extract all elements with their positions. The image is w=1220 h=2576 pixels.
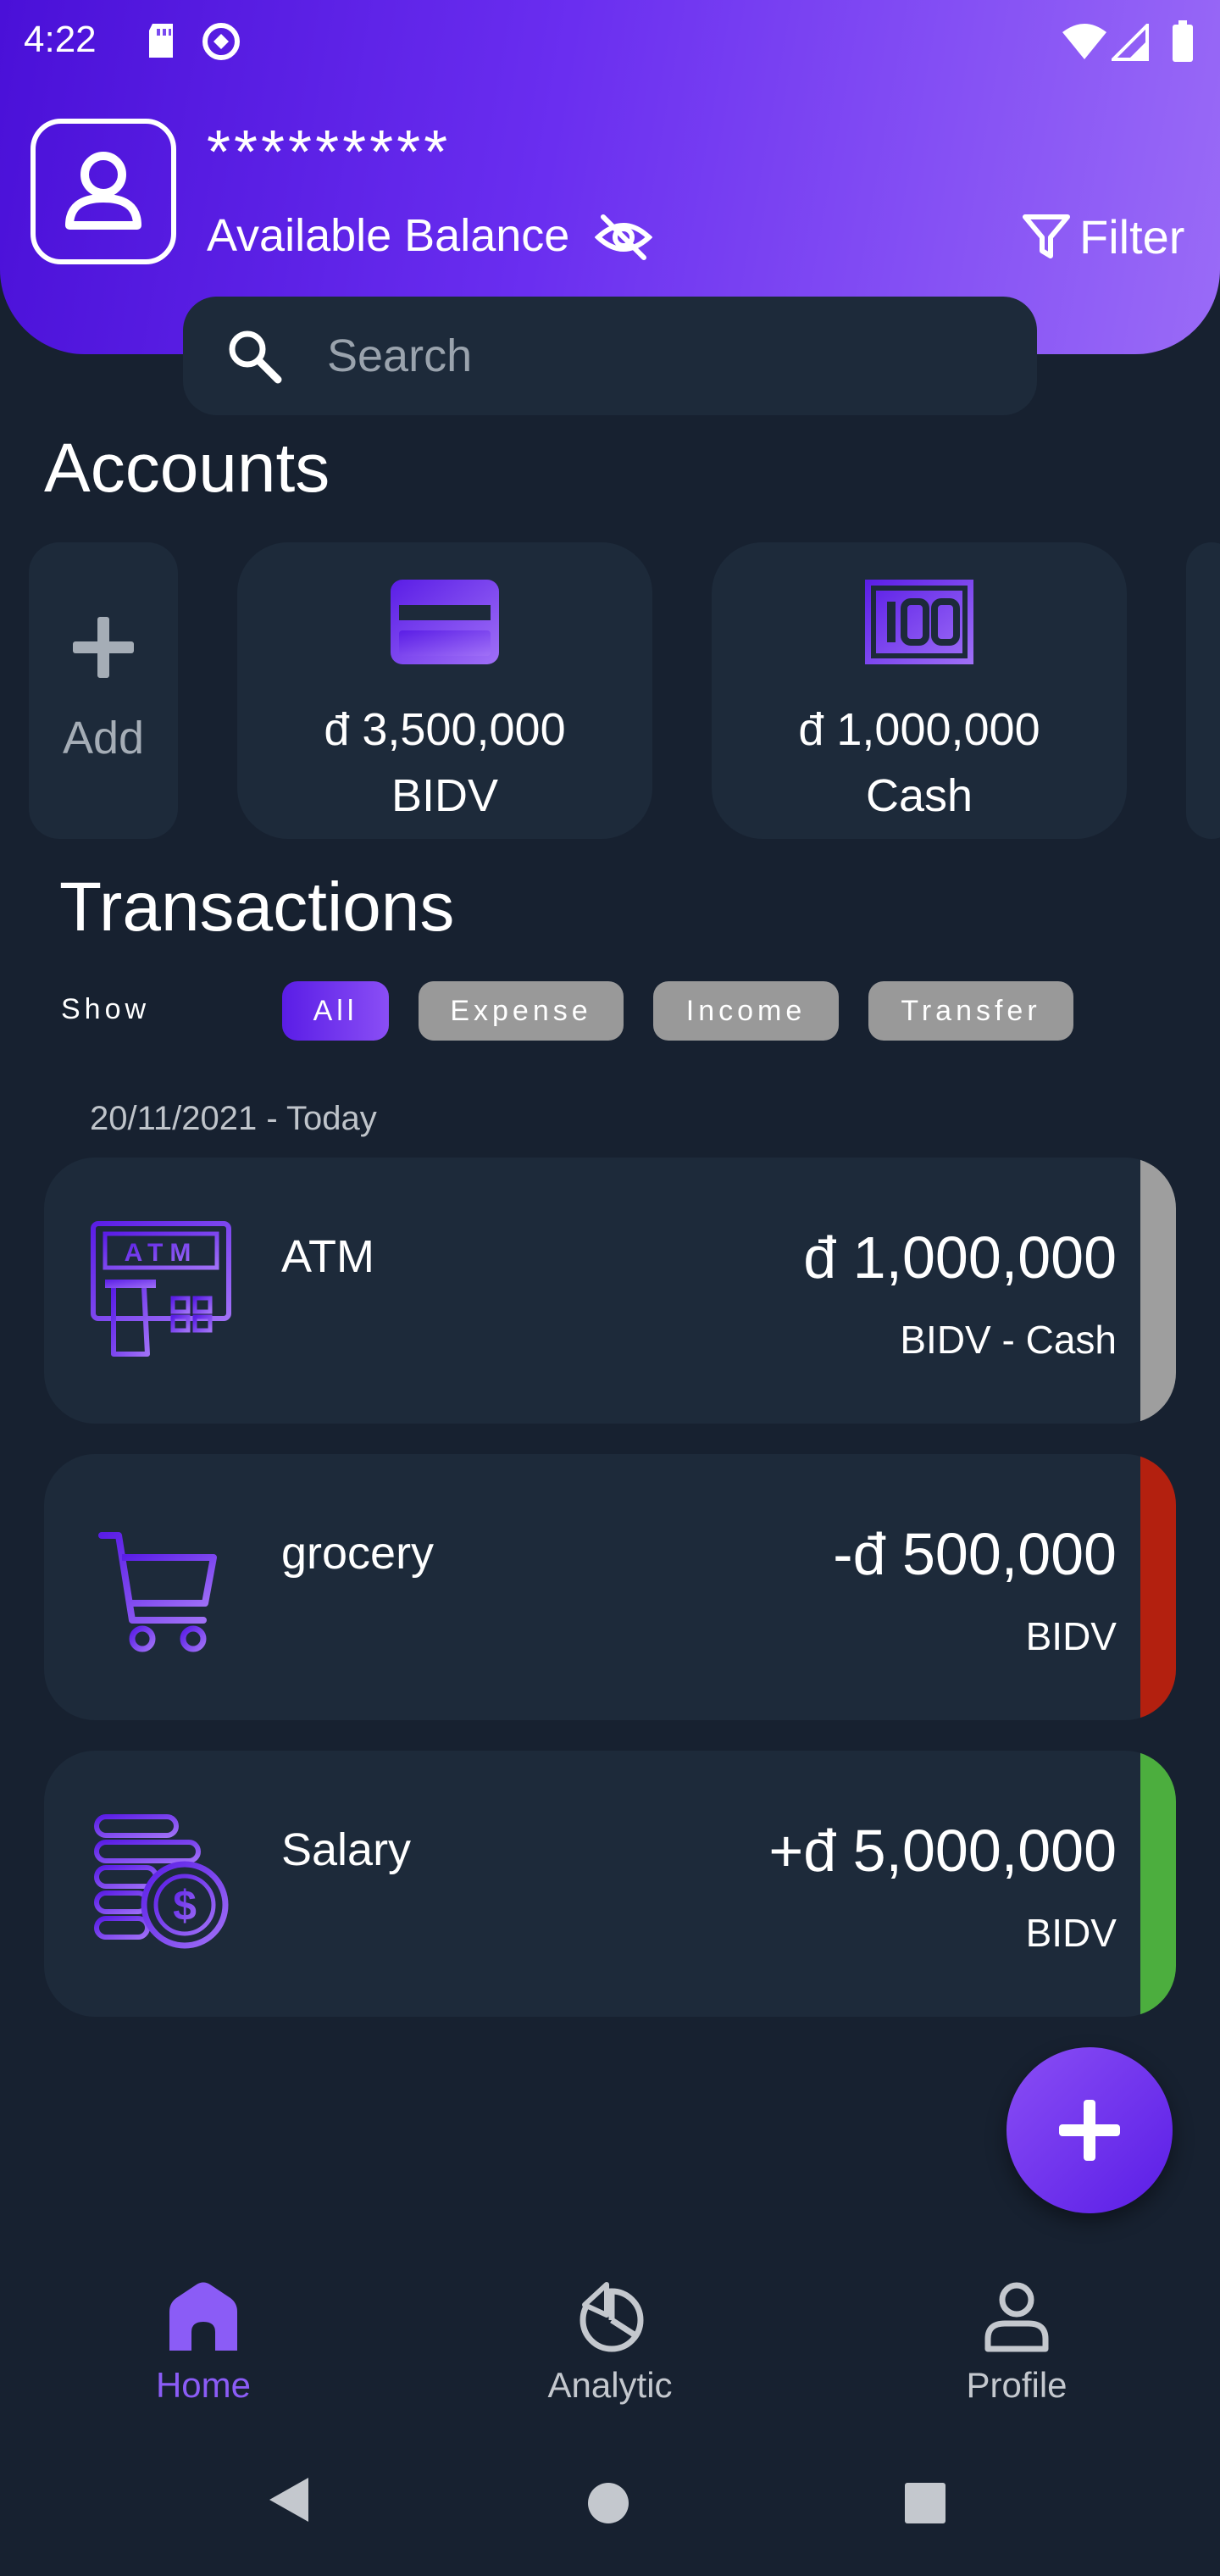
add-account-button[interactable]: Add [29,542,178,839]
account-name: Cash [865,770,973,821]
transaction-account: BIDV [1025,1614,1117,1658]
avatar[interactable] [30,119,176,264]
signal-icon [1112,24,1149,61]
transactions-title: Transactions [59,869,455,946]
account-card-cash[interactable]: đ 1,000,000 Cash [712,542,1127,839]
plus-icon [73,617,134,678]
transaction-title: grocery [281,1528,435,1579]
sync-icon [202,23,240,60]
back-icon[interactable] [266,2474,312,2525]
account-card-partial[interactable] [1186,542,1220,839]
transaction-type-indicator [1140,1454,1176,1720]
user-icon [984,2282,1049,2352]
filter-icon [1023,214,1070,258]
nav-profile[interactable]: Profile [890,2281,1144,2406]
svg-text:ATM: ATM [125,1239,198,1267]
transaction-title: ATM [281,1231,374,1282]
filter-chip-all[interactable]: All [282,981,389,1041]
user-avatar-icon [65,152,141,230]
transaction-card[interactable]: grocery -đ 500,000 BIDV [44,1454,1176,1720]
nav-home[interactable]: Home [76,2281,330,2406]
account-amount: đ 1,000,000 [798,704,1040,755]
battery-icon [1173,20,1193,62]
nav-label: Analytic [547,2365,673,2405]
plus-icon [1059,2100,1120,2161]
transaction-type-indicator [1140,1158,1176,1424]
add-account-label: Add [62,713,145,763]
search-input[interactable] [327,330,971,382]
pie-chart-icon [580,2282,644,2352]
transaction-amount: +đ 5,000,000 [768,1818,1117,1884]
transaction-account: BIDV - Cash [900,1318,1117,1362]
masked-balance: ********* [207,119,452,186]
transaction-account: BIDV [1025,1911,1117,1955]
nav-label: Home [155,2365,252,2405]
home-icon [169,2282,237,2351]
credit-card-icon [391,580,499,664]
svg-text:$: $ [173,1882,197,1929]
eye-off-icon[interactable] [595,214,652,261]
shopping-cart-icon [98,1532,217,1652]
account-amount: đ 3,500,000 [324,704,566,755]
banknote-icon [865,580,973,664]
filter-chip-income[interactable]: Income [653,981,839,1041]
accounts-title: Accounts [44,430,330,507]
home-circle-icon[interactable] [586,2481,630,2525]
transaction-type-indicator [1140,1751,1176,2017]
add-transaction-button[interactable] [1006,2047,1173,2213]
coins-icon: $ [94,1814,229,1949]
transaction-amount: -đ 500,000 [833,1521,1117,1587]
recents-icon[interactable] [903,2481,947,2525]
search-icon [229,330,282,384]
available-balance-label: Available Balance [207,210,570,261]
transaction-card[interactable]: $ Salary +đ 5,000,000 BIDV [44,1751,1176,2017]
atm-icon: ATM [91,1221,231,1357]
search-bar[interactable] [183,297,1037,415]
date-header: 20/11/2021 - Today [90,1100,377,1137]
filter-button[interactable]: Filter [1022,207,1184,266]
transaction-card[interactable]: ATM ATM đ 1,000,000 BIDV - Cash [44,1158,1176,1424]
nav-label: Profile [966,2365,1068,2405]
filter-chip-expense[interactable]: Expense [419,981,624,1041]
nav-analytic[interactable]: Analytic [483,2281,737,2406]
wifi-icon [1062,24,1106,59]
account-card-bidv[interactable]: đ 3,500,000 BIDV [237,542,652,839]
status-bar: 4:22 [0,0,1220,85]
sd-card-icon [149,24,173,58]
status-time: 4:22 [24,19,97,60]
filter-label: Filter [1079,209,1185,264]
account-name: BIDV [391,770,499,821]
filter-chip-transfer[interactable]: Transfer [868,981,1073,1041]
show-label: Show [61,993,151,1025]
transaction-title: Salary [281,1824,412,1875]
transaction-amount: đ 1,000,000 [803,1224,1117,1291]
